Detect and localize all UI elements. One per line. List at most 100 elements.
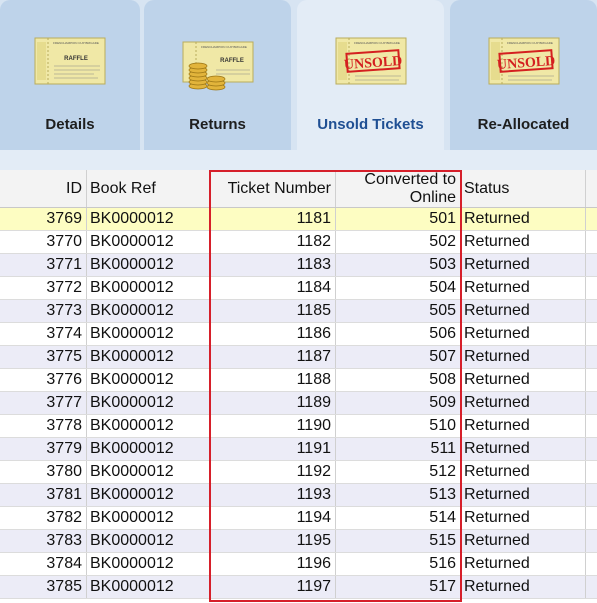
- cell-converted-to-online: 503: [336, 254, 461, 276]
- cell-ticket-number: 1185: [211, 300, 336, 322]
- column-header-converted-to-online[interactable]: Converted to Online: [336, 170, 461, 207]
- cell-ticket-number: 1197: [211, 576, 336, 598]
- cell-id: 3775: [0, 346, 87, 368]
- cell-book-ref: BK0000012: [87, 576, 211, 598]
- table-row[interactable]: 3782 BK0000012 1194 514 Returned: [0, 507, 597, 530]
- table-row[interactable]: 3784 BK0000012 1196 516 Returned: [0, 553, 597, 576]
- cell-converted-to-online: 502: [336, 231, 461, 253]
- cell-converted-to-online: 508: [336, 369, 461, 391]
- column-header-converted-label: Converted to Online: [364, 170, 456, 206]
- tab-bar: FRENCHAMPION CUP BRIGADE RAFFLE Details …: [0, 0, 597, 150]
- svg-text:FRENCHAMPION CUP BRIGADE: FRENCHAMPION CUP BRIGADE: [354, 41, 400, 45]
- cell-filler: [586, 553, 597, 575]
- cell-filler: [586, 254, 597, 276]
- tab-content-strip: [0, 150, 597, 170]
- cell-filler: [586, 484, 597, 506]
- cell-book-ref: BK0000012: [87, 507, 211, 529]
- tab-details[interactable]: FRENCHAMPION CUP BRIGADE RAFFLE Details: [0, 0, 140, 150]
- cell-converted-to-online: 517: [336, 576, 461, 598]
- cell-filler: [586, 392, 597, 414]
- column-header-book-ref[interactable]: Book Ref: [87, 170, 211, 207]
- cell-book-ref: BK0000012: [87, 438, 211, 460]
- cell-status: Returned: [461, 507, 586, 529]
- cell-book-ref: BK0000012: [87, 277, 211, 299]
- unsold-ticket-icon: FRENCHAMPION CUP BRIGADE UNSOLD: [335, 37, 406, 85]
- cell-filler: [586, 576, 597, 598]
- table-row[interactable]: 3785 BK0000012 1197 517 Returned: [0, 576, 597, 599]
- tab-returns-label: Returns: [189, 116, 246, 133]
- cell-id: 3783: [0, 530, 87, 552]
- cell-converted-to-online: 510: [336, 415, 461, 437]
- table-row[interactable]: 3778 BK0000012 1190 510 Returned: [0, 415, 597, 438]
- cell-id: 3780: [0, 461, 87, 483]
- table-row[interactable]: 3783 BK0000012 1195 515 Returned: [0, 530, 597, 553]
- table-row[interactable]: 3772 BK0000012 1184 504 Returned: [0, 277, 597, 300]
- table-row[interactable]: 3779 BK0000012 1191 511 Returned: [0, 438, 597, 461]
- tab-re-allocated-label: Re-Allocated: [477, 116, 570, 133]
- cell-book-ref: BK0000012: [87, 254, 211, 276]
- column-header-ticket-number[interactable]: Ticket Number: [211, 170, 336, 207]
- cell-converted-to-online: 506: [336, 323, 461, 345]
- table-row[interactable]: 3774 BK0000012 1186 506 Returned: [0, 323, 597, 346]
- table-row[interactable]: 3777 BK0000012 1189 509 Returned: [0, 392, 597, 415]
- cell-filler: [586, 277, 597, 299]
- cell-converted-to-online: 511: [336, 438, 461, 460]
- cell-converted-to-online: 516: [336, 553, 461, 575]
- cell-book-ref: BK0000012: [87, 553, 211, 575]
- column-header-status[interactable]: Status: [461, 170, 586, 207]
- cell-ticket-number: 1195: [211, 530, 336, 552]
- table-row[interactable]: 3781 BK0000012 1193 513 Returned: [0, 484, 597, 507]
- grid-rows: 3769 BK0000012 1181 501 Returned 3770 BK000001…: [0, 208, 597, 599]
- table-row[interactable]: 3769 BK0000012 1181 501 Returned: [0, 208, 597, 231]
- cell-status: Returned: [461, 415, 586, 437]
- cell-ticket-number: 1196: [211, 553, 336, 575]
- cell-book-ref: BK0000012: [87, 300, 211, 322]
- table-row[interactable]: 3771 BK0000012 1183 503 Returned: [0, 254, 597, 277]
- cell-filler: [586, 438, 597, 460]
- cell-book-ref: BK0000012: [87, 231, 211, 253]
- cell-ticket-number: 1184: [211, 277, 336, 299]
- unsold-ticket-icon: FRENCHAMPION CUP BRIGADE UNSOLD: [488, 37, 559, 85]
- table-row[interactable]: 3776 BK0000012 1188 508 Returned: [0, 369, 597, 392]
- cell-converted-to-online: 509: [336, 392, 461, 414]
- table-row[interactable]: 3773 BK0000012 1185 505 Returned: [0, 300, 597, 323]
- cell-status: Returned: [461, 323, 586, 345]
- svg-text:FRENCHAMPION CUP BRIGADE: FRENCHAMPION CUP BRIGADE: [507, 41, 553, 45]
- table-row[interactable]: 3780 BK0000012 1192 512 Returned: [0, 461, 597, 484]
- cell-filler: [586, 346, 597, 368]
- cell-filler: [586, 323, 597, 345]
- cell-id: 3776: [0, 369, 87, 391]
- cell-book-ref: BK0000012: [87, 346, 211, 368]
- cell-id: 3785: [0, 576, 87, 598]
- tab-returns[interactable]: FRENCHAMPION CUP BRIGADE RAFFLE Returns: [144, 0, 291, 150]
- cell-status: Returned: [461, 530, 586, 552]
- cell-status: Returned: [461, 438, 586, 460]
- ticket-coins-icon: FRENCHAMPION CUP BRIGADE RAFFLE: [182, 41, 253, 91]
- cell-ticket-number: 1192: [211, 461, 336, 483]
- cell-converted-to-online: 504: [336, 277, 461, 299]
- table-row[interactable]: 3775 BK0000012 1187 507 Returned: [0, 346, 597, 369]
- cell-book-ref: BK0000012: [87, 323, 211, 345]
- cell-book-ref: BK0000012: [87, 530, 211, 552]
- cell-filler: [586, 208, 597, 230]
- table-row[interactable]: 3770 BK0000012 1182 502 Returned: [0, 231, 597, 254]
- cell-ticket-number: 1193: [211, 484, 336, 506]
- cell-ticket-number: 1186: [211, 323, 336, 345]
- column-header-id[interactable]: ID: [0, 170, 87, 207]
- tab-re-allocated[interactable]: FRENCHAMPION CUP BRIGADE UNSOLD Re-Alloc…: [450, 0, 597, 150]
- svg-text:FRENCHAMPION CUP BRIGADE: FRENCHAMPION CUP BRIGADE: [53, 41, 99, 45]
- cell-id: 3773: [0, 300, 87, 322]
- cell-status: Returned: [461, 300, 586, 322]
- cell-book-ref: BK0000012: [87, 415, 211, 437]
- cell-ticket-number: 1191: [211, 438, 336, 460]
- tab-unsold-tickets[interactable]: FRENCHAMPION CUP BRIGADE UNSOLD Unsold T…: [297, 0, 444, 150]
- cell-status: Returned: [461, 254, 586, 276]
- raffle-ticket-icon: FRENCHAMPION CUP BRIGADE RAFFLE: [34, 37, 106, 85]
- cell-id: 3772: [0, 277, 87, 299]
- cell-ticket-number: 1181: [211, 208, 336, 230]
- cell-filler: [586, 369, 597, 391]
- cell-id: 3770: [0, 231, 87, 253]
- cell-id: 3771: [0, 254, 87, 276]
- svg-text:RAFFLE: RAFFLE: [220, 58, 244, 64]
- cell-status: Returned: [461, 461, 586, 483]
